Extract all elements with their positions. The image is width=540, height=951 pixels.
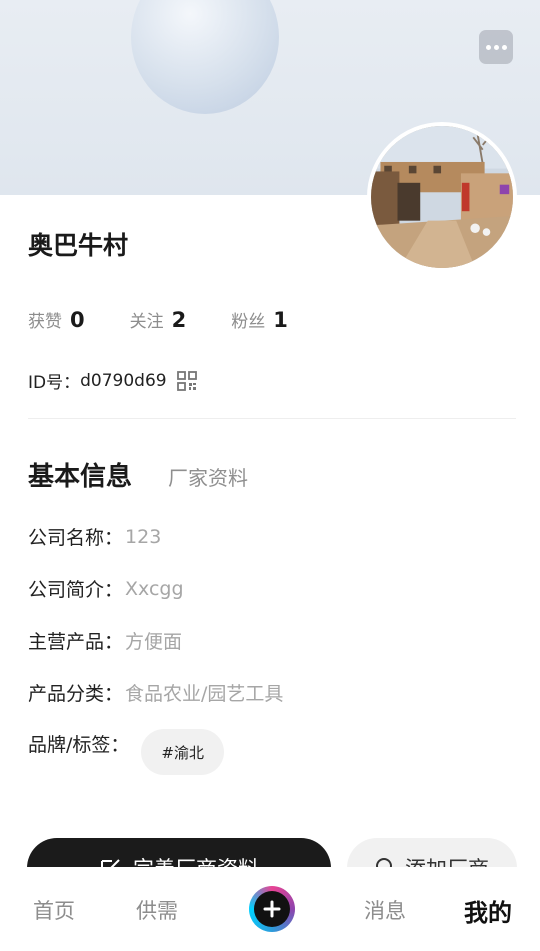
stat-label: 获赞 (28, 312, 62, 332)
profile-stats: 获赞 0 关注 2 粉丝 1 (28, 307, 333, 332)
info-value: 方便面 (125, 631, 183, 653)
info-product-category: 产品分类： 食品农业/园艺工具 (28, 679, 283, 706)
section-divider (28, 418, 516, 419)
bottom-tab-bar: 首页 供需 消息 我的 (0, 867, 540, 951)
tab-home[interactable]: 首页 (33, 895, 75, 925)
tab-messages[interactable]: 消息 (364, 895, 406, 925)
user-id-row: ID号： d0790d69 (28, 368, 197, 393)
avatar[interactable] (367, 122, 517, 272)
profile-name: 奥巴牛村 (28, 231, 129, 260)
publish-button[interactable] (249, 886, 295, 932)
tab-factory-info[interactable]: 厂家资料 (168, 462, 248, 491)
user-id-value: d0790d69 (80, 370, 167, 391)
stat-following[interactable]: 关注 2 (130, 307, 187, 332)
info-brand-tags: 品牌/标签： #渝北 (28, 729, 224, 775)
info-main-products: 主营产品： 方便面 (28, 627, 182, 654)
stat-fans[interactable]: 粉丝 1 (231, 307, 288, 332)
info-tabs: 基本信息 厂家资料 (28, 456, 248, 493)
info-label: 品牌/标签： (28, 734, 130, 756)
banner-moon-decoration (131, 0, 279, 114)
stat-label: 粉丝 (231, 312, 266, 332)
stat-likes[interactable]: 获赞 0 (28, 307, 85, 332)
stat-value: 2 (171, 308, 187, 332)
info-label: 产品分类： (28, 683, 124, 705)
plus-icon (254, 891, 290, 927)
user-id-label: ID号： (28, 373, 81, 393)
info-label: 主营产品： (28, 631, 124, 653)
tab-supply[interactable]: 供需 (136, 895, 178, 925)
more-icon[interactable] (479, 30, 513, 64)
info-value: 123 (125, 525, 162, 548)
brand-tag-chip[interactable]: #渝北 (141, 729, 224, 775)
info-label: 公司名称： (28, 527, 124, 549)
tab-mine[interactable]: 我的 (464, 893, 512, 928)
stat-label: 关注 (129, 312, 164, 332)
info-value: Xxcgg (125, 577, 184, 600)
stat-value: 1 (273, 308, 288, 332)
info-value: 食品农业/园艺工具 (125, 683, 284, 705)
info-company-name: 公司名称： 123 (28, 523, 161, 550)
tab-basic-info[interactable]: 基本信息 (28, 456, 132, 493)
info-label: 公司简介： (28, 579, 124, 601)
info-company-intro: 公司简介： Xxcgg (28, 575, 184, 602)
qr-code-icon[interactable] (176, 370, 197, 391)
stat-value: 0 (70, 308, 85, 332)
